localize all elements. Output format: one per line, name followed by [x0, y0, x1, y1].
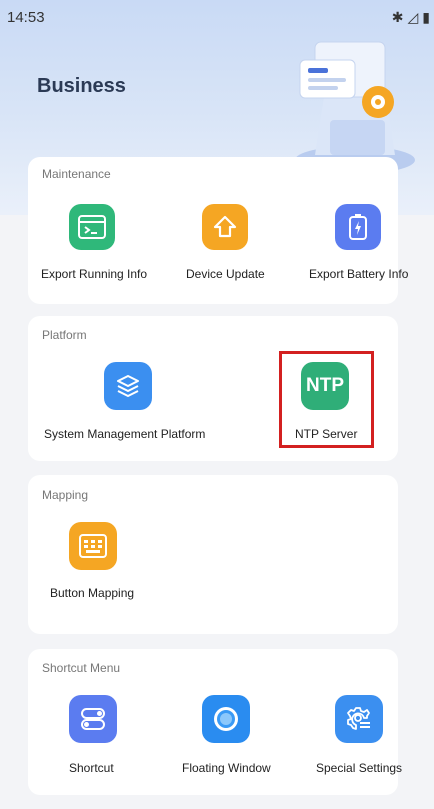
mapping-card: Mapping Button Mapping [28, 475, 398, 634]
export-running-info-label: Export Running Info [41, 267, 148, 281]
toggle-icon [69, 695, 117, 743]
gear-list-icon [335, 695, 383, 743]
shortcut-label: Shortcut [69, 761, 114, 775]
battery-charge-icon [335, 204, 381, 250]
maintenance-card: Maintenance Export Running Info Device U… [28, 157, 408, 304]
page-title: Business [37, 75, 126, 97]
ntp-server-highlight [279, 351, 374, 448]
section-title-shortcut-menu: Shortcut Menu [42, 661, 121, 675]
status-time: 14:53 [7, 9, 45, 26]
button-mapping-label: Button Mapping [50, 586, 135, 600]
system-management-platform-label: System Management Platform [44, 427, 206, 441]
upgrade-icon [202, 204, 248, 250]
shortcut-menu-card: Shortcut Menu Shortcut Floating Window S… [28, 649, 402, 795]
floating-circle-icon [202, 695, 250, 743]
terminal-icon [69, 204, 115, 250]
floating-window-label: Floating Window [182, 761, 271, 775]
keypad-icon [69, 522, 117, 570]
business-illustration-icon [295, 41, 415, 174]
section-title-mapping: Mapping [42, 488, 89, 502]
section-title-maintenance: Maintenance [42, 167, 111, 181]
layers-icon [104, 362, 152, 410]
device-update-label: Device Update [186, 267, 265, 281]
section-title-platform: Platform [42, 328, 87, 342]
special-settings-label: Special Settings [316, 761, 403, 775]
export-battery-info-label: Export Battery Info [309, 267, 409, 281]
